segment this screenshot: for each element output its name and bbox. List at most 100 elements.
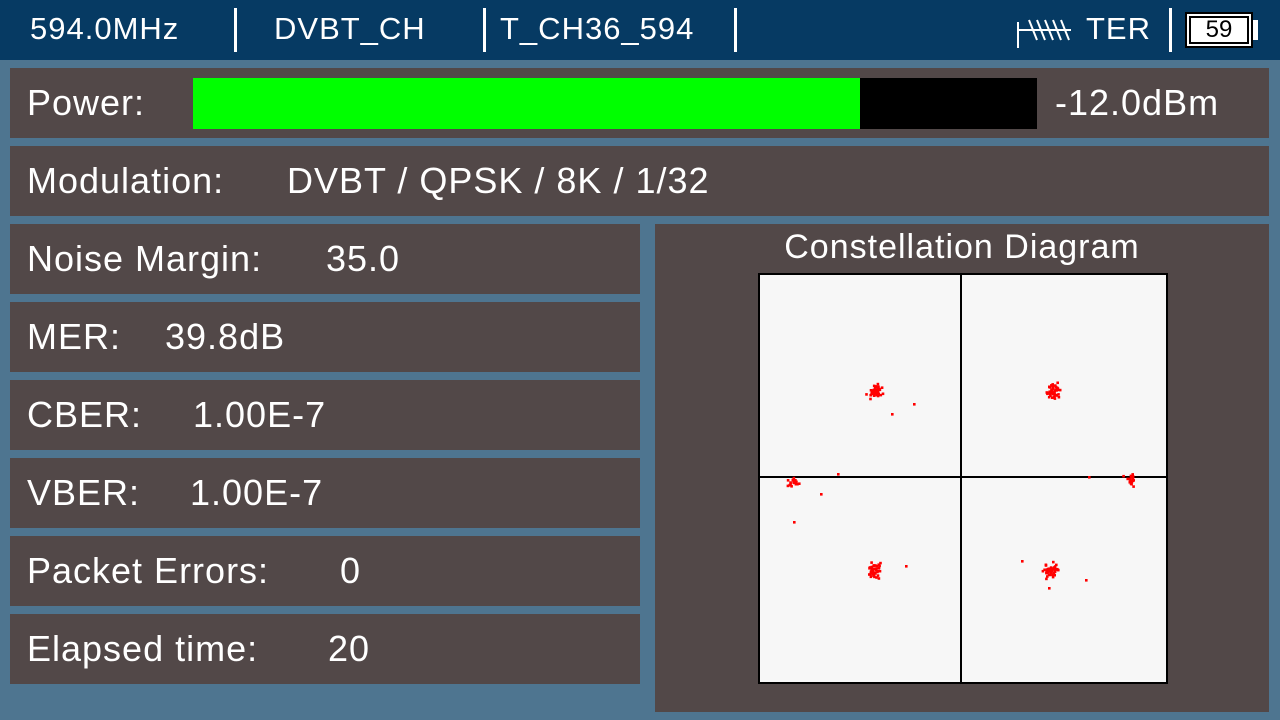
constellation-point [795,480,798,483]
constellation-point [1058,388,1062,392]
noise-margin-value: 35.0 [326,238,401,279]
power-bar [193,78,1037,129]
constellation-point [788,483,791,487]
constellation-point [869,575,873,579]
constellation-point [1052,571,1056,575]
constellation-point [1050,384,1053,387]
vber-value: 1.00E-7 [190,472,324,513]
constellation-point [1050,388,1053,392]
cber-value: 1.00E-7 [193,394,327,435]
signal-type: TER [1086,11,1151,46]
constellation-point [1049,566,1053,569]
constellation-point [1055,567,1059,571]
constellation-point [1056,387,1060,390]
constellation-point [1050,391,1053,395]
constellation-canvas [760,275,1166,682]
modulation-label: Modulation: [27,160,225,201]
constellation-point [875,564,879,568]
constellation-point [876,387,880,391]
constellation-point [1041,569,1045,573]
constellation-point [1129,477,1132,481]
constellation-point [872,564,875,567]
elapsed-time-value: 20 [328,628,371,669]
constellation-point [1045,391,1049,394]
constellation-point [1122,474,1125,478]
vber-label: VBER: [27,472,141,513]
constellation-point [793,521,796,524]
constellation-point [1057,393,1060,396]
constellation-point [875,390,879,393]
mer-label: MER: [27,316,121,357]
constellation-point [876,394,880,398]
constellation-point [876,382,880,386]
noise-margin-label: Noise Margin: [27,238,263,279]
constellation-point [837,473,840,476]
separator [483,8,486,52]
power-label: Power: [27,82,146,123]
packet-errors-label: Packet Errors: [27,550,270,591]
constellation-point [789,481,792,484]
antenna-icon [1017,19,1071,48]
constellation-point [879,561,882,565]
constellation-point [1045,570,1048,574]
constellation-point [869,571,873,575]
constellation-point [798,482,801,485]
separator [234,8,237,52]
battery-tip [1253,20,1258,40]
constellation-point [1056,381,1059,385]
mer-value: 39.8dB [165,316,286,357]
separator [734,8,737,52]
constellation-title: Constellation Diagram [784,228,1140,266]
constellation-point [1054,384,1057,387]
cber-label: CBER: [27,394,143,435]
battery-icon: 59 [1185,12,1253,48]
constellation-point [913,403,916,406]
battery-level: 59 [1189,16,1249,44]
channel-readout: T_CH36_594 [500,11,695,46]
modulation-value: DVBT / QPSK / 8K / 1/32 [287,160,710,201]
constellation-point [865,393,868,396]
constellation-point [1053,389,1057,393]
mode-readout: DVBT_CH [274,11,426,46]
constellation-point [869,389,873,392]
constellation-point [1044,564,1048,567]
constellation-point [1131,479,1134,483]
frequency-readout: 594.0MHz [30,11,180,46]
constellation-point [880,386,884,389]
constellation-point [891,413,894,416]
constellation-point [876,570,879,574]
constellation-point [1132,485,1135,488]
constellation-point [872,567,875,571]
constellation-point [872,573,876,576]
constellation-point [1052,560,1055,564]
constellation-point [1048,587,1051,590]
constellation-point [870,561,873,564]
constellation-point [869,566,872,569]
constellation-point [872,389,875,392]
constellation-point [1047,570,1051,573]
constellation-point [905,565,908,568]
power-bar-fill [193,78,860,129]
constellation-point [1045,577,1048,581]
constellation-point [792,476,796,480]
constellation-point [869,393,872,397]
power-value: -12.0dBm [1055,82,1220,123]
constellation-point [1126,477,1129,481]
constellation-point [820,493,823,496]
constellation-point [875,567,878,571]
constellation-point [1088,476,1091,479]
constellation-point [1049,573,1052,577]
constellation-point [869,397,872,401]
constellation-point [1085,579,1088,582]
constellation-point [877,577,881,580]
elapsed-time-label: Elapsed time: [27,628,259,669]
constellation-point [786,479,790,482]
status-bar: 594.0MHz DVBT_CH T_CH36_594 TER 59 [0,0,1280,60]
packet-errors-value: 0 [340,550,362,591]
constellation-point [1046,575,1049,578]
constellation-point [1057,395,1061,399]
constellation-point [1021,560,1024,563]
constellation-point [1052,395,1056,399]
constellation-point [1129,474,1133,478]
constellation-point [874,385,878,388]
